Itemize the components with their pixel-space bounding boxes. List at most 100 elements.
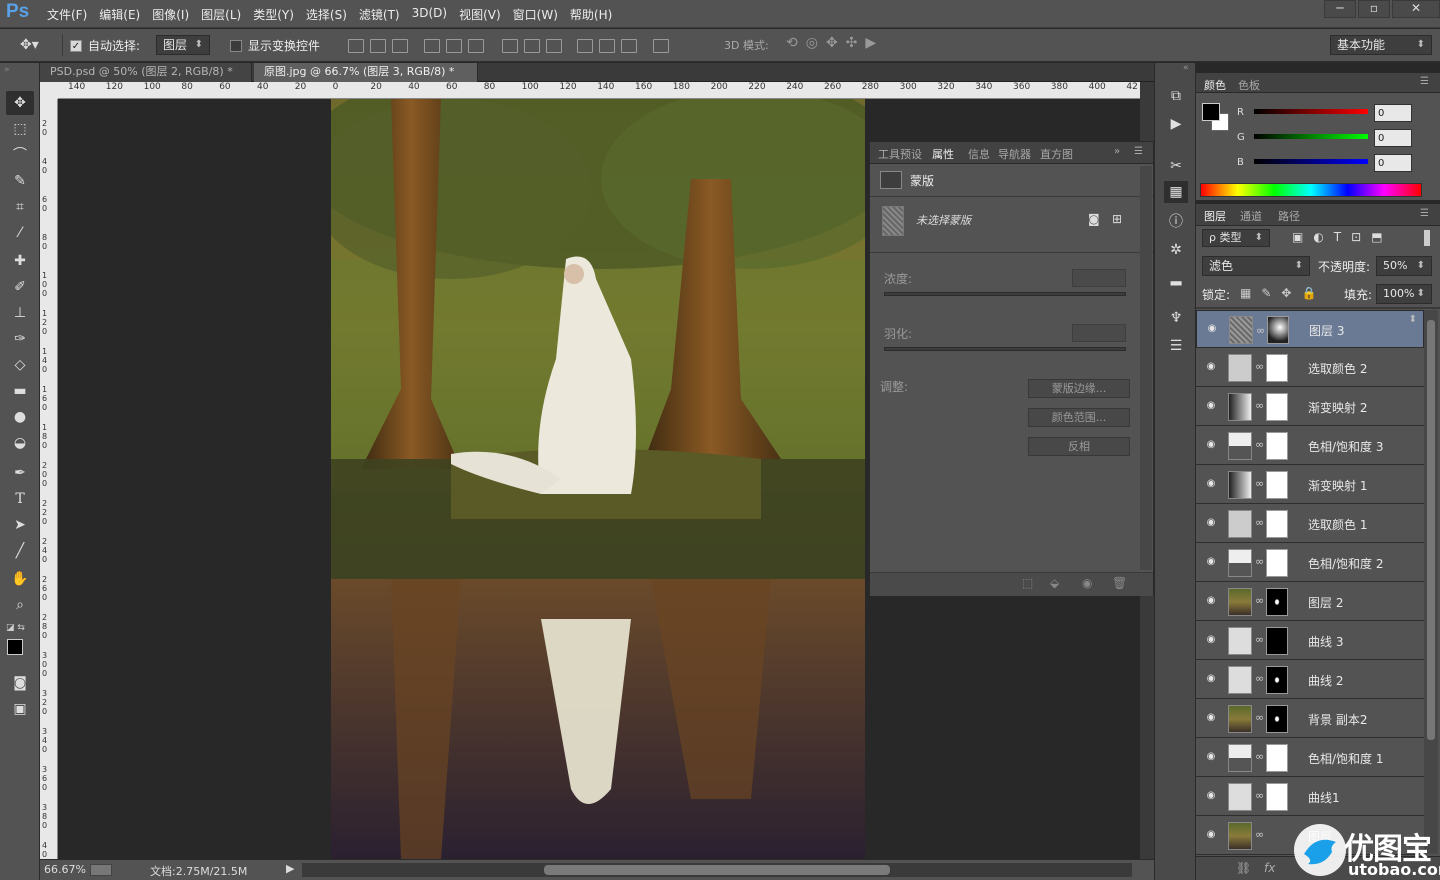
- channel-value-field[interactable]: 0: [1374, 104, 1412, 122]
- tab-properties[interactable]: 属性: [932, 146, 954, 162]
- layer-row[interactable]: ◉ ∞ 曲线1: [1196, 778, 1424, 816]
- auto-align-icon[interactable]: [653, 38, 670, 53]
- stamp-tool-icon[interactable]: ⊥: [6, 301, 34, 325]
- layer-name[interactable]: 选取颜色 2: [1308, 360, 1367, 377]
- layer-mask-thumbnail[interactable]: [1266, 705, 1288, 733]
- layer-row[interactable]: ◉ ∞ 选取颜色 2: [1196, 349, 1424, 387]
- density-field[interactable]: [1072, 269, 1126, 287]
- eye-icon[interactable]: ◉: [1204, 751, 1218, 763]
- type-tool-icon[interactable]: T: [6, 487, 34, 511]
- distribute-left-icon[interactable]: [577, 38, 594, 53]
- eyedropper-tool-icon[interactable]: ⁄: [6, 221, 34, 245]
- properties-scrollbar[interactable]: [1140, 166, 1152, 570]
- hand-tool-icon[interactable]: ✋: [6, 567, 34, 591]
- layer-row[interactable]: ◉ ∞ 色相/饱和度 2: [1196, 544, 1424, 582]
- tab-color[interactable]: 颜色: [1204, 77, 1226, 93]
- color-spectrum-bar[interactable]: [1200, 183, 1422, 197]
- layer-thumbnail[interactable]: [1228, 705, 1252, 733]
- layer-thumbnail[interactable]: [1228, 354, 1252, 382]
- layer-name[interactable]: 曲线 3: [1308, 633, 1343, 650]
- menu-item[interactable]: 文件(F): [46, 6, 98, 23]
- distribute-vcenter-icon[interactable]: [523, 38, 540, 53]
- invert-button[interactable]: 反相: [1028, 437, 1130, 456]
- healing-brush-tool-icon[interactable]: ✚: [6, 249, 34, 273]
- menu-item[interactable]: 3D(D): [411, 6, 458, 23]
- blur-tool-icon[interactable]: ●: [6, 405, 34, 429]
- eye-icon[interactable]: ◉: [1204, 712, 1218, 724]
- chain-link-icon[interactable]: ∞: [1255, 516, 1264, 529]
- layers-panel-menu-icon[interactable]: ☰: [1420, 208, 1429, 219]
- layers-scrollbar[interactable]: [1424, 310, 1438, 854]
- history-brush-tool-icon[interactable]: ✑: [6, 327, 34, 351]
- opacity-field[interactable]: 50%: [1376, 256, 1432, 276]
- fx-icon[interactable]: fx: [1264, 861, 1275, 875]
- align-vcenter-icon[interactable]: [370, 38, 386, 53]
- doc-tab-original[interactable]: 原图.jpg @ 66.7% (图层 3, RGB/8) * ×: [254, 63, 478, 96]
- link-layers-icon[interactable]: ⛓: [1236, 861, 1251, 875]
- align-hcenter-icon[interactable]: [445, 38, 462, 53]
- dodge-tool-icon[interactable]: ◒: [6, 431, 34, 455]
- channel-value-field[interactable]: 0: [1374, 154, 1412, 172]
- layer-thumbnail[interactable]: [1228, 588, 1252, 616]
- tab-histogram[interactable]: 直方图: [1040, 146, 1073, 162]
- layer-mask-thumbnail[interactable]: [1266, 432, 1288, 460]
- chain-link-icon[interactable]: ∞: [1255, 555, 1264, 568]
- layer-thumbnail[interactable]: [1228, 783, 1252, 811]
- document-canvas[interactable]: [331, 99, 865, 859]
- chain-link-icon[interactable]: ∞: [1255, 672, 1264, 685]
- layer-row[interactable]: ◉ ∞ 曲线 2: [1196, 661, 1424, 699]
- layer-thumbnail[interactable]: [1228, 432, 1252, 460]
- status-menu-icon[interactable]: [90, 864, 112, 876]
- 3d-mode-icons[interactable]: ⟲◎✥✣▶: [786, 35, 884, 51]
- align-right-icon[interactable]: [467, 38, 484, 53]
- layer-row[interactable]: ◉ ∞ 图层 2: [1196, 583, 1424, 621]
- path-select-tool-icon[interactable]: ➤: [6, 513, 34, 537]
- chain-link-icon[interactable]: ∞: [1255, 360, 1264, 373]
- eye-icon[interactable]: ◉: [1204, 790, 1218, 802]
- panel-menu-icon[interactable]: ☰: [1134, 146, 1143, 157]
- status-arrow-icon[interactable]: ▶: [286, 862, 294, 875]
- layer-mask-thumbnail[interactable]: [1266, 471, 1288, 499]
- eye-icon[interactable]: ◉: [1204, 478, 1218, 490]
- layer-thumbnail[interactable]: [1229, 316, 1253, 344]
- history-panel-icon[interactable]: ⧉: [1164, 85, 1188, 107]
- show-transform-checkbox[interactable]: [230, 38, 242, 52]
- feather-field[interactable]: [1072, 324, 1126, 342]
- eye-icon[interactable]: ◉: [1205, 323, 1219, 335]
- layer-thumbnail[interactable]: [1228, 471, 1252, 499]
- layer-mask-thumbnail[interactable]: [1266, 627, 1288, 655]
- lasso-tool-icon[interactable]: ⌒: [6, 143, 34, 167]
- chain-link-icon[interactable]: ∞: [1255, 477, 1264, 490]
- eye-icon[interactable]: ◉: [1204, 673, 1218, 685]
- align-left-icon[interactable]: [423, 38, 440, 53]
- restore-button[interactable]: ▫: [1358, 0, 1390, 18]
- layer-mask-thumbnail[interactable]: [1266, 393, 1288, 421]
- layer-thumbnail[interactable]: [1228, 822, 1252, 850]
- delete-mask-icon[interactable]: 🗑: [1112, 576, 1127, 590]
- layer-thumbnail[interactable]: [1228, 510, 1252, 538]
- menu-item[interactable]: 类型(Y): [252, 6, 305, 23]
- tab-swatches[interactable]: 色板: [1238, 77, 1260, 93]
- quick-mask-icon[interactable]: ◙: [6, 671, 34, 695]
- menu-item[interactable]: 窗口(W): [512, 6, 569, 23]
- chain-link-icon[interactable]: ∞: [1255, 789, 1264, 802]
- workspace-dropdown[interactable]: 基本功能: [1330, 35, 1432, 55]
- panel-expand-icon[interactable]: »: [1114, 146, 1120, 157]
- tab-tool-presets[interactable]: 工具预设: [878, 146, 922, 162]
- apply-mask-icon[interactable]: ⬙: [1050, 576, 1059, 590]
- filter-toggle[interactable]: [1424, 230, 1430, 246]
- color-panel-menu-icon[interactable]: ☰: [1420, 76, 1429, 87]
- auto-select-dropdown[interactable]: 图层: [156, 35, 210, 55]
- mask-edge-button[interactable]: 蒙版边缘...: [1028, 379, 1130, 398]
- layer-mask-thumbnail[interactable]: [1267, 316, 1289, 344]
- strip-collapse-icon[interactable]: «: [1183, 63, 1189, 73]
- layer-filter-dropdown[interactable]: ρ 类型: [1202, 229, 1270, 247]
- layer-mask-thumbnail[interactable]: [1266, 744, 1288, 772]
- layer-name[interactable]: 色相/饱和度 3: [1308, 438, 1384, 455]
- layer-name[interactable]: 色相/饱和度 1: [1308, 750, 1384, 767]
- menu-item[interactable]: 视图(V): [458, 6, 512, 23]
- scroll-thumb[interactable]: [544, 865, 890, 875]
- chain-link-icon[interactable]: ∞: [1255, 828, 1264, 841]
- navigator-panel-icon[interactable]: ✲: [1164, 239, 1188, 261]
- distribute-bottom-icon[interactable]: [545, 38, 562, 53]
